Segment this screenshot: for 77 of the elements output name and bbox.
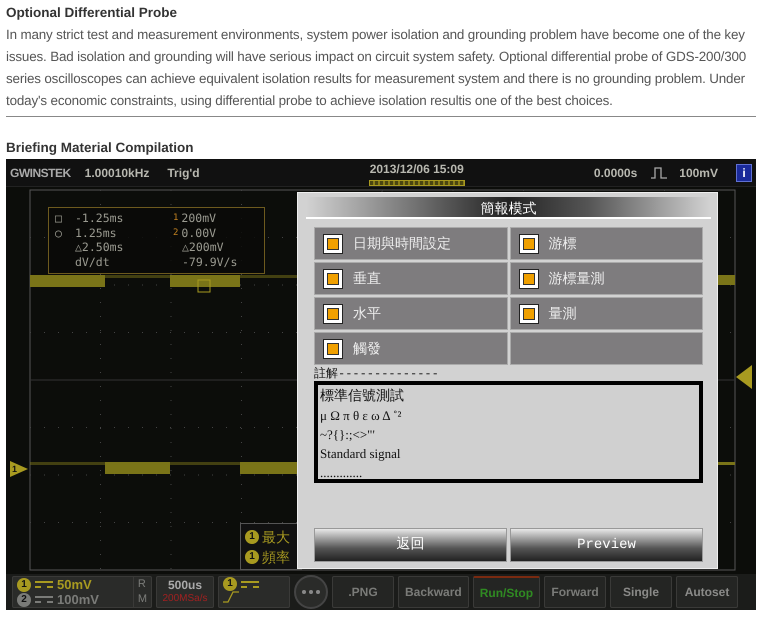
channel-scale: 100mV: [57, 592, 99, 607]
dc-coupling-icon: [35, 581, 53, 588]
measurement-label: 最大: [262, 528, 290, 547]
more-button[interactable]: [294, 575, 328, 609]
channel-number: 2: [17, 592, 31, 606]
math-label: M: [138, 592, 147, 607]
timebase-panel[interactable]: 500us 200MSa/s: [156, 576, 214, 608]
cursor-value: 200mV: [181, 211, 216, 226]
cursor-marker: ○: [55, 226, 62, 240]
trigger-level: 100mV: [679, 164, 718, 182]
option-button[interactable]: 日期與時間設定: [314, 227, 508, 260]
dialog-title: 簡報模式: [306, 197, 711, 219]
toolbar-button[interactable]: Run/Stop: [472, 576, 540, 608]
toolbar-button[interactable]: Single: [610, 576, 672, 608]
article-heading: Optional Differential Probe: [6, 4, 178, 22]
note-label: 註解--------------: [314, 367, 440, 381]
date-time: 2013/12/06 15:09: [370, 160, 464, 178]
checkbox[interactable]: [518, 268, 538, 288]
dialog-button[interactable]: 返回: [314, 528, 507, 562]
dialog-button[interactable]: Preview: [510, 528, 703, 562]
checkbox[interactable]: [518, 234, 538, 254]
note-text-area[interactable]: 標準信號測試 μ Ω π θ ε ω Δ ˚² ~?{}:;<>"' Standard signal .............: [314, 381, 703, 483]
sample-rate: 200MSa/s: [162, 592, 208, 606]
option-button[interactable]: 水平: [314, 297, 508, 330]
ref-label: R: [138, 577, 147, 592]
note-line: 標準信號測試: [320, 388, 405, 406]
brand-logo: GWINSTEK: [10, 164, 71, 182]
channel-number: 1: [245, 530, 259, 544]
checkbox[interactable]: [323, 268, 343, 288]
option-button[interactable]: 觸發: [314, 332, 508, 365]
channel-scale-panel[interactable]: 1 50mV 2 100mV R M: [12, 576, 152, 608]
cursor-time: -1.25ms: [75, 211, 124, 226]
trigger-level-marker: [736, 365, 752, 389]
channel-scale: 50mV: [57, 577, 92, 592]
option-button[interactable]: 量測: [510, 297, 703, 330]
channel-number: 1: [245, 550, 259, 564]
toolbar-button[interactable]: Backward: [398, 576, 469, 608]
option-button[interactable]: 游標: [510, 227, 703, 260]
checkbox[interactable]: [323, 234, 343, 254]
cursor-time: △2.50ms: [75, 240, 124, 254]
dc-coupling-icon: [241, 580, 259, 588]
cursor-time: 1.25ms: [75, 226, 118, 240]
channel-1-marker: 1: [10, 461, 28, 477]
cursor-value: 0.00V: [181, 226, 216, 240]
measurement-label: 頻率: [262, 548, 290, 567]
cursor-time: dV/dt: [75, 254, 111, 269]
frequency-readout: 1.00010kHz: [84, 164, 150, 182]
option-button[interactable]: 游標量測: [510, 262, 703, 295]
dc-coupling-icon: [35, 596, 53, 603]
cursor-value: △200mV: [182, 240, 224, 254]
toolbar-button[interactable]: Forward: [544, 576, 606, 608]
timebase-value: 500us: [168, 578, 202, 592]
checkbox[interactable]: [323, 304, 343, 324]
toolbar-button[interactable]: Autoset: [676, 576, 738, 608]
channel-number: 1: [223, 577, 237, 591]
article-paragraph: In many strict test and measurement environments, system power isolation and grounding problem have become one of the key issues. Bad isolation and grounding will have serious impact on circuit system safety. Optional differential probe of GDS-200/300 series oscilloscopes can achieve equivalent isolation results for measurement system and there is no grounding problem. Under today's economic constraints, using differential probe to achieve isolation resultis one of the best choices.: [6, 26, 748, 110]
cursor-marker: [198, 280, 210, 292]
section-heading: Briefing Material Compilation: [6, 139, 195, 157]
trigger-panel[interactable]: 1: [218, 576, 290, 608]
channel-number: 1: [17, 578, 31, 592]
checkbox[interactable]: [518, 304, 538, 324]
rising-edge-icon: [223, 591, 239, 603]
trigger-status: Trig'd: [167, 164, 200, 182]
channel-number: 1: [173, 212, 178, 225]
cursor-value: -79.9V/s: [182, 254, 238, 269]
checkbox[interactable]: [323, 338, 343, 358]
note-line: .............: [320, 464, 364, 482]
time-offset: 0.0000s: [594, 164, 638, 182]
note-line: Standard signal: [320, 445, 402, 463]
channel-number: 2: [173, 226, 178, 240]
note-line: ~?{}:;<>"': [320, 426, 376, 444]
note-line: μ Ω π θ ε ω Δ ˚²: [320, 407, 402, 425]
cursor-marker: □: [55, 211, 62, 226]
info-icon[interactable]: i: [736, 164, 752, 182]
option-button[interactable]: 垂直: [314, 262, 508, 295]
pulse-icon: [651, 166, 668, 178]
toolbar-button[interactable]: .PNG: [332, 576, 394, 608]
